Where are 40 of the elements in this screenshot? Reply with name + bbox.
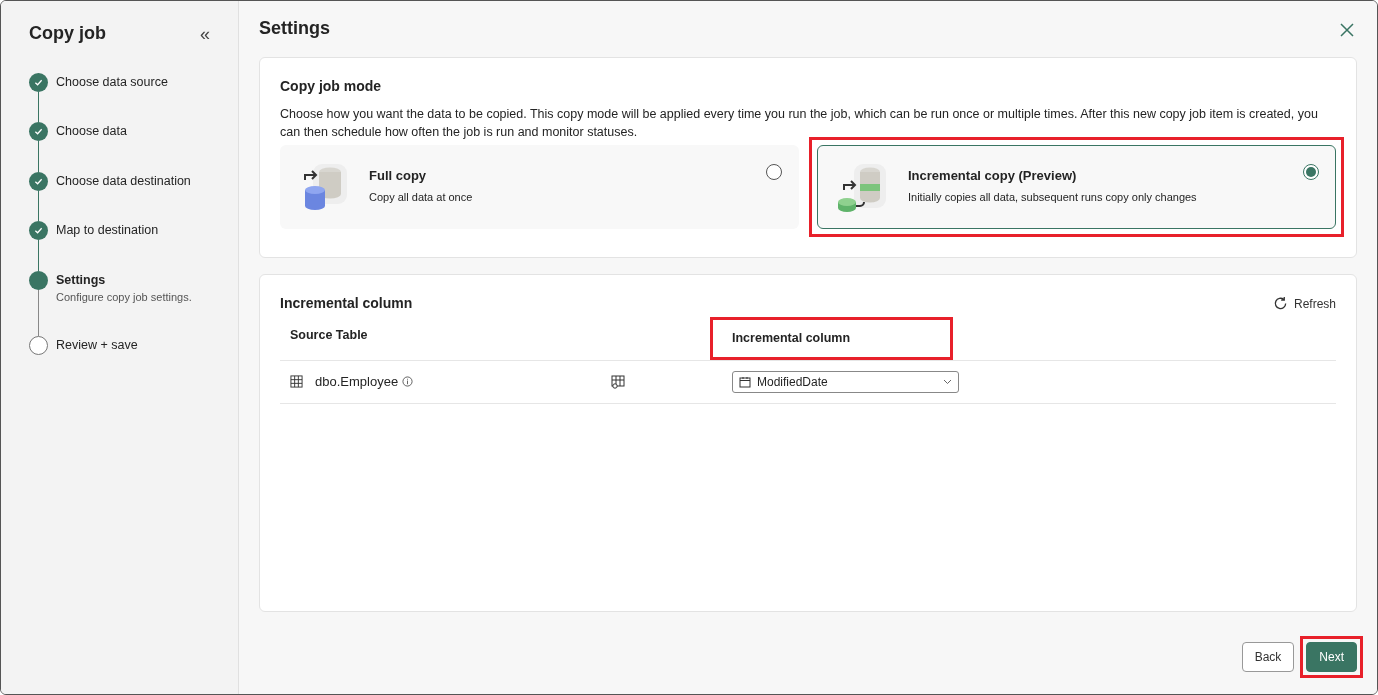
section-description: Choose how you want the data to be copied. This copy mode will be applied every time you run the job, which can be run once or multiple times. After this new copy job item is created, you can then schedule how often the job is run and monitor statuses. xyxy=(280,105,1319,141)
step-label[interactable]: Review + save xyxy=(56,335,138,355)
refresh-icon xyxy=(1272,296,1288,312)
info-icon xyxy=(402,376,414,388)
option-description: Initially copies all data, subsequent runs copy only changes xyxy=(908,190,1197,206)
check-icon xyxy=(34,77,43,87)
column-header: Source Table xyxy=(290,326,368,344)
table-icon xyxy=(290,375,303,389)
check-icon xyxy=(34,226,43,236)
column-header: Incremental column xyxy=(732,329,851,347)
mode-option[interactable]: Incremental copy (Preview) Initially copies all data, subsequent runs copy only changes xyxy=(817,144,1336,229)
table-preview-icon[interactable] xyxy=(610,374,626,391)
step-label[interactable]: Map to destination xyxy=(56,221,159,241)
step-description: Configure copy job settings. xyxy=(56,289,192,304)
radio-button[interactable] xyxy=(766,163,782,180)
step-label[interactable]: Choose data xyxy=(56,122,127,142)
step-label[interactable]: Settings xyxy=(56,270,192,290)
check-icon xyxy=(34,176,43,186)
chevron-down-icon xyxy=(943,378,952,385)
section-title: Incremental column xyxy=(280,295,413,313)
section-title: Copy job mode xyxy=(280,78,383,95)
step-label[interactable]: Choose data source xyxy=(56,72,168,92)
column-dropdown[interactable]: ModifiedDate xyxy=(732,370,959,393)
next-button[interactable]: Next xyxy=(1306,642,1357,672)
radio-button[interactable] xyxy=(1303,163,1319,180)
back-button[interactable]: Back xyxy=(1241,642,1295,672)
option-description: Copy all data at once xyxy=(369,190,473,206)
option-title: Full copy xyxy=(369,166,428,185)
check-icon xyxy=(34,127,43,137)
sidebar-title: Copy job xyxy=(29,23,106,45)
step-label[interactable]: Choose data destination xyxy=(56,171,191,191)
refresh-button[interactable]: Refresh xyxy=(1272,294,1336,313)
collapse-button[interactable]: « xyxy=(196,24,214,43)
mode-option[interactable]: Full copy Copy all data at once xyxy=(280,144,799,229)
calendar-icon xyxy=(739,375,751,388)
page-title: Settings xyxy=(259,18,330,40)
option-title: Incremental copy (Preview) xyxy=(908,166,1078,185)
database-sync-icon xyxy=(836,161,888,214)
table-name: dbo.Employee xyxy=(315,372,399,391)
close-icon xyxy=(1339,21,1355,38)
